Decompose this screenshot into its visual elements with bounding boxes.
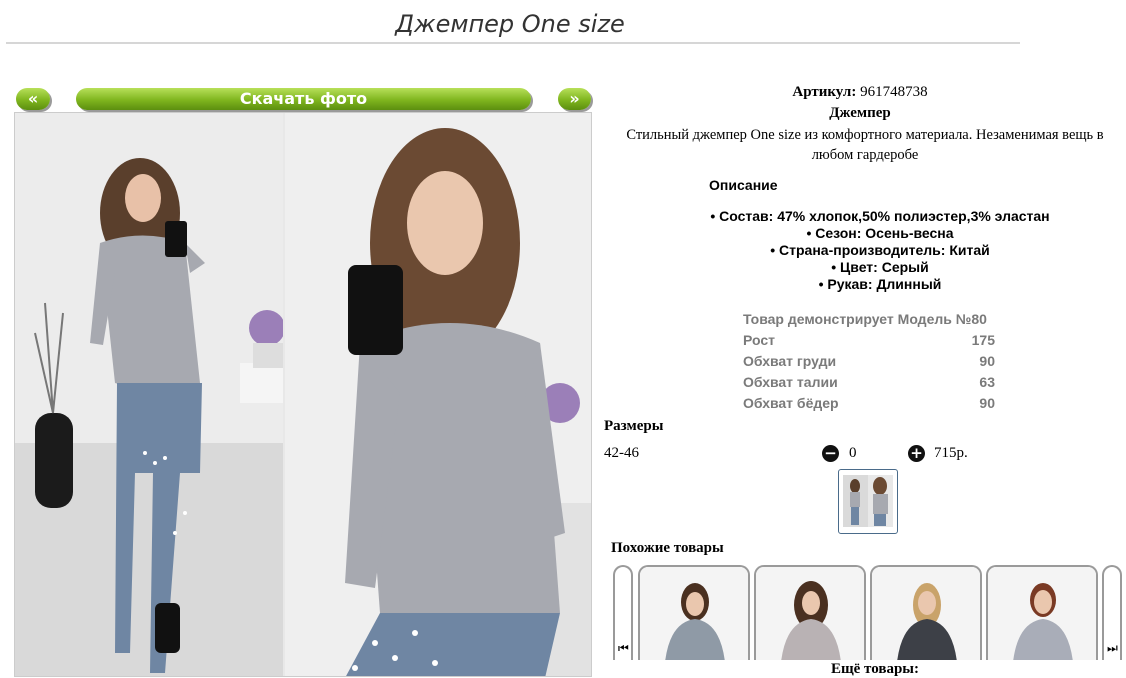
size-row: 42-46 − 0 + 715р. — [604, 445, 1124, 465]
feature-list: • Состав: 47% хлопок,50% полиэстер,3% эл… — [690, 208, 1070, 293]
model-row: Рост 175 — [743, 330, 995, 351]
download-photo-button[interactable]: Скачать фото — [76, 88, 531, 110]
next-photo-button[interactable]: » — [558, 88, 591, 110]
skip-forward-icon: ⏭ — [1107, 641, 1118, 655]
photo-thumbnail[interactable] — [838, 469, 898, 534]
sizes-heading: Размеры — [604, 418, 664, 434]
product-name: Джемпер — [829, 105, 891, 121]
similar-item-image — [756, 567, 864, 660]
quantity-value: 0 — [849, 445, 857, 461]
plus-circle-icon[interactable]: + — [908, 445, 925, 462]
photo-full-length — [15, 113, 283, 676]
model-value: 175 — [971, 332, 995, 348]
similar-carousel: ⏮ ⏭ — [613, 565, 1125, 660]
product-photo[interactable] — [14, 112, 592, 677]
photo-closeup — [285, 113, 591, 676]
model-row: Товар демонстрирует Модель №80 — [743, 309, 995, 330]
sku-value: 961748738 — [860, 84, 928, 100]
similar-item[interactable] — [870, 565, 982, 660]
model-row: Обхват талии 63 — [743, 372, 995, 393]
model-label: Обхват талии — [743, 374, 838, 390]
similar-item[interactable] — [754, 565, 866, 660]
similar-heading: Похожие товары — [611, 540, 724, 556]
model-value: 90 — [979, 353, 995, 369]
model-row: Обхват бёдер 90 — [743, 393, 995, 414]
carousel-next-button[interactable]: ⏭ — [1102, 565, 1122, 660]
minus-circle-icon[interactable]: − — [822, 445, 839, 462]
sku-label: Артикул: — [792, 84, 857, 100]
model-label: Товар демонстрирует Модель №80 — [743, 311, 987, 327]
model-label: Рост — [743, 332, 775, 348]
feature-item: • Страна-производитель: Китай — [770, 242, 990, 258]
size-label: 42-46 — [604, 445, 639, 461]
carousel-prev-button[interactable]: ⏮ — [613, 565, 633, 660]
feature-item: • Сезон: Осень-весна — [806, 225, 954, 241]
similar-item-image — [988, 567, 1096, 660]
feature-item: • Цвет: Серый — [831, 259, 929, 275]
price: 715р. — [934, 445, 968, 461]
model-value: 63 — [979, 374, 995, 390]
model-value: 90 — [979, 395, 995, 411]
title-divider — [6, 42, 1020, 44]
thumbnail-image — [843, 475, 893, 527]
model-label: Обхват бёдер — [743, 395, 839, 411]
more-goods-heading: Ещё товары: — [830, 661, 920, 677]
model-row: Обхват груди 90 — [743, 351, 995, 372]
model-measurements: Товар демонстрирует Модель №80 Рост 175 О… — [743, 309, 995, 414]
prev-photo-button[interactable]: « — [16, 88, 50, 110]
similar-item-image — [872, 567, 980, 660]
similar-item-image — [640, 567, 748, 660]
similar-item[interactable] — [638, 565, 750, 660]
page-title: Джемпер One size — [395, 10, 625, 38]
product-description: Стильный джемпер One size из комфортного… — [626, 127, 1104, 163]
skip-back-icon: ⏮ — [618, 641, 629, 655]
feature-item: • Состав: 47% хлопок,50% полиэстер,3% эл… — [710, 208, 1050, 224]
feature-item: • Рукав: Длинный — [818, 276, 942, 292]
model-label: Обхват груди — [743, 353, 837, 369]
similar-item[interactable] — [986, 565, 1098, 660]
description-heading: Описание — [709, 177, 778, 193]
sku: Артикул: 961748738 — [600, 84, 1120, 101]
